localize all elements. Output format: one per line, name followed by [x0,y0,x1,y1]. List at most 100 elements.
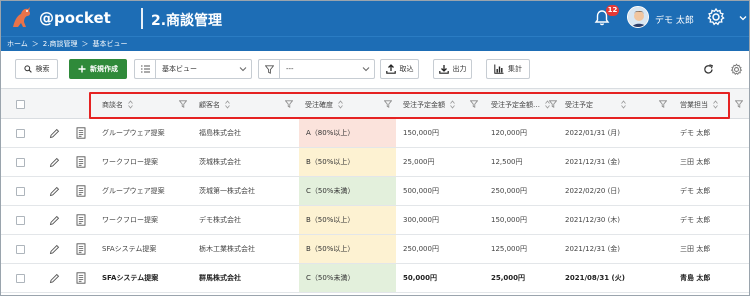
pencil-icon[interactable] [49,273,60,284]
user-name[interactable]: デモ 太郎 [655,13,694,26]
deal-name-cell[interactable]: SFAシステム提案 [102,235,197,263]
row-checkbox[interactable] [16,245,25,254]
row-checkbox[interactable] [16,216,25,225]
expected-date-cell: 2021/08/31 (火) [565,274,625,282]
top-header: @pocket 2.商談管理 12 デモ 太郎 [1,1,749,36]
customer-cell[interactable]: 栃木工業株式会社 [199,235,297,263]
app-frame: @pocket 2.商談管理 12 デモ 太郎 ホーム ＞ 2.商談管理 ＞ 基… [0,0,750,296]
expected-date-cell: 2021/12/31 (金) [565,158,621,166]
customer-cell[interactable]: デモ株式会社 [199,206,297,234]
deal-name-cell[interactable]: グループウェア提案 [102,177,197,205]
amount-cell: 300,000円 [403,216,439,224]
document-icon[interactable] [76,156,86,168]
user-photo-icon [628,7,648,27]
filter-icon [264,64,274,74]
table-row[interactable]: ワークフロー提案 デモ株式会社 B（50%以上） 300,000円 150,000円 20… [1,206,749,235]
owner-cell: デモ 太郎 [680,187,711,195]
deal-name-cell[interactable]: ワークフロー提案 [102,206,197,234]
owner-cell: 三田 太郎 [680,158,711,166]
breadcrumb-home[interactable]: ホーム [7,39,28,49]
avatar[interactable] [627,6,649,28]
owner-cell: デモ 太郎 [680,216,711,224]
expected-date-cell: 2022/02/20 (日) [565,187,621,195]
filter-select-value: --- [286,65,294,73]
weighted-amount-cell: 120,000円 [491,129,527,137]
breadcrumb-separator: ＞ [81,40,89,48]
export-button[interactable]: 出力 [433,59,472,79]
pencil-icon[interactable] [49,215,60,226]
chevron-down-icon[interactable] [739,14,747,22]
table-row[interactable]: ワークフロー提案 茨城株式会社 B（50%以上） 25,000円 12,500円 2021… [1,148,749,177]
document-icon[interactable] [76,214,86,226]
expected-date-cell: 2021/12/30 (木) [565,216,621,224]
table-row[interactable]: SFAシステム提案 群馬株式会社 C（50%未満） 50,000円 25,000円 202… [1,264,749,293]
aggregate-button[interactable]: 集計 [486,59,530,79]
expected-date-cell: 2022/01/31 (月) [565,129,621,137]
amount-cell: 500,000円 [403,187,439,195]
deal-name-cell[interactable]: ワークフロー提案 [102,148,197,176]
aggregate-label: 集計 [508,65,522,73]
settings-icon[interactable] [730,63,743,76]
search-icon [23,65,32,73]
pencil-icon[interactable] [49,186,60,197]
row-checkbox[interactable] [16,187,25,196]
probability-cell: B（50%以上） [299,235,396,263]
weighted-amount-cell: 12,500円 [491,158,523,166]
title-divider [141,8,143,29]
new-record-button[interactable]: 新規作成 [69,59,127,79]
search-button[interactable]: 検索 [15,59,58,79]
select-all-checkbox[interactable] [16,100,25,109]
refresh-icon[interactable] [703,64,714,75]
header-highlight-box [89,92,730,119]
probability-cell: C（50%未満） [299,264,396,292]
page-title: 2.商談管理 [151,13,223,29]
deal-name-cell[interactable]: SFAシステム提案 [102,264,197,292]
pencil-icon[interactable] [49,157,60,168]
owner-cell: 青島 太郎 [680,274,711,282]
owner-cell: デモ 太郎 [680,129,711,137]
import-label: 取込 [399,65,414,73]
table-row[interactable]: グループウェア提案 福島株式会社 A（80%以上） 150,000円 120,000円 2… [1,119,749,148]
view-select[interactable]: 基本ビュー [134,59,252,79]
customer-cell[interactable]: 茨城第一株式会社 [199,177,297,205]
filter-icon[interactable] [735,100,743,108]
weighted-amount-cell: 150,000円 [491,216,527,224]
owner-cell: 三田 太郎 [680,245,711,253]
document-icon[interactable] [76,127,86,139]
document-icon[interactable] [76,243,86,255]
filter-select[interactable]: --- [258,59,375,79]
toolbar: 検索 新規作成 基本ビュー --- 取込 出力 集計 [1,51,749,88]
customer-cell[interactable]: 茨城株式会社 [199,148,297,176]
breadcrumb-separator: ＞ [31,40,39,48]
row-checkbox[interactable] [16,158,25,167]
download-icon [438,65,449,74]
document-icon[interactable] [76,272,86,284]
breadcrumb-current: 基本ビュー [92,40,128,48]
customer-cell[interactable]: 福島株式会社 [199,119,297,147]
expected-date-cell: 2021/12/31 (金) [565,245,621,253]
deal-name-cell[interactable]: グループウェア提案 [102,119,197,147]
kangaroo-logo-icon [13,7,31,27]
table-row[interactable]: SFAシステム提案 栃木工業株式会社 B（50%以上） 250,000円 125,000… [1,235,749,264]
bar-chart-icon [494,64,504,74]
row-checkbox[interactable] [16,129,25,138]
table-row[interactable]: グループウェア提案 茨城第一株式会社 C（50%未満） 500,000円 250,000… [1,177,749,206]
upload-icon [385,64,396,74]
customer-cell[interactable]: 群馬株式会社 [199,264,297,292]
list-icon [140,65,150,73]
weighted-amount-cell: 250,000円 [491,187,527,195]
import-button[interactable]: 取込 [380,59,419,79]
breadcrumb: ホーム ＞ 2.商談管理 ＞ 基本ビュー [1,36,749,51]
notification-badge: 12 [606,5,619,16]
pencil-icon[interactable] [49,128,60,139]
document-icon[interactable] [76,185,86,197]
row-checkbox[interactable] [16,274,25,283]
breadcrumb-module[interactable]: 2.商談管理 [43,39,78,49]
gear-icon[interactable] [706,7,726,27]
app-logo[interactable]: @pocket [9,5,111,31]
pencil-icon[interactable] [49,244,60,255]
search-button-label: 検索 [35,65,50,73]
probability-cell: B（50%以上） [299,206,396,234]
weighted-amount-cell: 125,000円 [491,245,527,253]
new-record-label: 新規作成 [90,65,118,73]
